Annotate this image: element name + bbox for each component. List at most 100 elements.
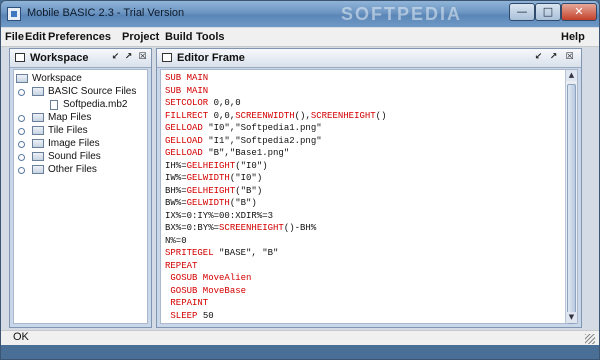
code-keyword: GELLOAD: [165, 148, 203, 158]
code-text: IX%=0:IY%=00:XDIR%=3: [165, 210, 274, 221]
code-line[interactable]: SUB MAIN: [165, 85, 565, 98]
code-text: 0,0,: [208, 110, 236, 121]
workspace-panel: Workspace ↙ ↗ ☒ Workspace BASIC Source F…: [9, 48, 152, 328]
code-text: (): [375, 110, 387, 121]
code-line[interactable]: BX%=0:BY%=SCREENHEIGHT()-BH%: [165, 222, 565, 235]
menu-help[interactable]: Help: [561, 31, 585, 43]
code-text: BH%=: [165, 185, 187, 196]
code-keyword: GELLOAD: [165, 123, 203, 133]
code-line[interactable]: IW%=GELWIDTH("I0"): [165, 172, 565, 185]
app-icon: [7, 7, 21, 21]
code-line[interactable]: BH%=GELHEIGHT("B"): [165, 185, 565, 198]
code-keyword: GOSUB MoveAlien: [170, 273, 252, 283]
menu-file[interactable]: File: [5, 31, 24, 43]
tree-toggle-icon[interactable]: [18, 154, 25, 161]
tree-toggle-icon[interactable]: [18, 128, 25, 135]
editor-panel-header[interactable]: Editor Frame ↙ ↗ ☒: [157, 49, 581, 68]
tree-toggle-icon[interactable]: [18, 141, 25, 148]
code-line[interactable]: REPEAT: [165, 260, 565, 273]
code-line[interactable]: SETCOLOR 0,0,0: [165, 97, 565, 110]
tree-toggle-icon[interactable]: [18, 89, 25, 96]
code-line[interactable]: GOSUB MoveBase: [165, 285, 565, 298]
title-bar[interactable]: Mobile BASIC 2.3 - Trial Version SOFTPED…: [1, 1, 599, 27]
code-text: IH%=: [165, 160, 187, 171]
code-keyword: SUB MAIN: [165, 85, 209, 96]
code-keyword: GOSUB MoveBase: [170, 285, 247, 296]
code-keyword: GELWIDTH: [186, 173, 230, 183]
menu-project[interactable]: Project: [122, 31, 159, 43]
code-keyword: SUB MAIN: [165, 73, 209, 83]
status-text: OK: [13, 331, 29, 343]
code-keyword: REPAINT: [170, 298, 209, 308]
code-text: ("B"): [229, 198, 257, 208]
close-button[interactable]: ✕: [561, 3, 597, 21]
code-keyword: FILLRECT: [165, 110, 209, 121]
watermark-logo: SOFTPEDIA: [341, 4, 463, 24]
tree-item-label: Tile Files: [48, 125, 88, 136]
panel-minimize-icon[interactable]: ↙: [110, 52, 121, 63]
code-text: (),: [294, 110, 311, 121]
editor-panel-title: Editor Frame: [177, 52, 245, 64]
panel-frame-icon: [162, 53, 172, 62]
code-keyword: GELLOAD: [165, 135, 203, 146]
scroll-up-icon[interactable]: ▲: [566, 70, 577, 81]
tree-item-label: Sound Files: [48, 151, 101, 162]
code-keyword: REPEAT: [165, 260, 198, 271]
folder-icon: [32, 139, 44, 148]
code-line[interactable]: SPRITEGEL "BASE", "B": [165, 247, 565, 260]
code-line[interactable]: GELLOAD "I0","Softpedia1.png": [165, 122, 565, 135]
code-line[interactable]: SLEEP 50: [165, 310, 565, 323]
tree-item-label: Map Files: [48, 112, 92, 123]
code-line[interactable]: GOSUB MoveAlien: [165, 272, 565, 285]
folder-icon: [32, 87, 44, 96]
panel-maximize-icon[interactable]: ↗: [548, 52, 559, 63]
code-text: BX%=0:BY%=: [165, 223, 220, 233]
code-line[interactable]: IH%=GELHEIGHT("I0"): [165, 160, 565, 173]
vertical-scrollbar[interactable]: ▲ ▼: [565, 70, 577, 324]
tree-toggle-icon[interactable]: [18, 167, 25, 174]
code-line[interactable]: GELLOAD "B","Base1.png": [165, 147, 565, 160]
code-line[interactable]: SUB MAIN: [165, 72, 565, 85]
status-bar: OK: [1, 330, 599, 345]
code-text: 0,0,0: [208, 98, 241, 108]
workspace-panel-header[interactable]: Workspace ↙ ↗ ☒: [10, 49, 151, 68]
menu-build[interactable]: Build: [165, 31, 193, 43]
file-icon: [50, 100, 58, 110]
menu-tools[interactable]: Tools: [196, 31, 225, 43]
panel-frame-icon: [15, 53, 25, 62]
code-editor[interactable]: SUB MAIN SUB MAIN SETCOLOR 0,0,0 FILLRECT 0…: [161, 70, 565, 323]
menu-preferences[interactable]: Preferences: [48, 31, 111, 43]
workspace-panel-title: Workspace: [30, 52, 89, 64]
menu-edit[interactable]: Edit: [25, 31, 46, 43]
tree-item-label: Workspace: [32, 73, 82, 84]
scroll-down-icon[interactable]: ▼: [566, 312, 577, 323]
desktop-background: [1, 345, 599, 359]
code-line[interactable]: GOSUB MoveBase: [165, 322, 565, 323]
code-editor-area[interactable]: SUB MAIN SUB MAIN SETCOLOR 0,0,0 FILLRECT 0…: [160, 69, 578, 324]
tree-item-label: Softpedia.mb2: [63, 99, 128, 110]
minimize-button[interactable]: —: [509, 3, 535, 21]
panel-maximize-icon[interactable]: ↗: [123, 52, 134, 63]
editor-panel: Editor Frame ↙ ↗ ☒ SUB MAIN SUB MAIN SETCO…: [156, 48, 582, 328]
panel-minimize-icon[interactable]: ↙: [533, 52, 544, 63]
code-line[interactable]: N%=0: [165, 235, 565, 248]
tree-toggle-icon[interactable]: [18, 115, 25, 122]
resize-grip-icon[interactable]: [585, 334, 595, 344]
code-keyword: SCREENWIDTH: [235, 110, 295, 121]
tree-item-label: Image Files: [48, 138, 100, 149]
code-line[interactable]: GELLOAD "I1","Softpedia2.png": [165, 135, 565, 148]
code-line[interactable]: IX%=0:IY%=00:XDIR%=3: [165, 210, 565, 223]
panel-close-icon[interactable]: ☒: [564, 52, 575, 63]
code-keyword: SPRITEGEL: [165, 248, 214, 258]
workspace-tree-area: Workspace BASIC Source Files Softpedia.m…: [13, 69, 148, 324]
folder-icon: [32, 152, 44, 161]
tree-item-label: BASIC Source Files: [48, 86, 137, 97]
scroll-thumb[interactable]: [567, 84, 576, 324]
code-text: ("I0"): [235, 160, 268, 171]
code-line[interactable]: BW%=GELWIDTH("B"): [165, 197, 565, 210]
maximize-button[interactable]: □: [535, 3, 561, 21]
code-line[interactable]: FILLRECT 0,0,SCREENWIDTH(),SCREENHEIGHT(…: [165, 110, 565, 123]
panel-close-icon[interactable]: ☒: [137, 52, 148, 63]
folder-icon: [16, 74, 28, 83]
code-line[interactable]: REPAINT: [165, 297, 565, 310]
